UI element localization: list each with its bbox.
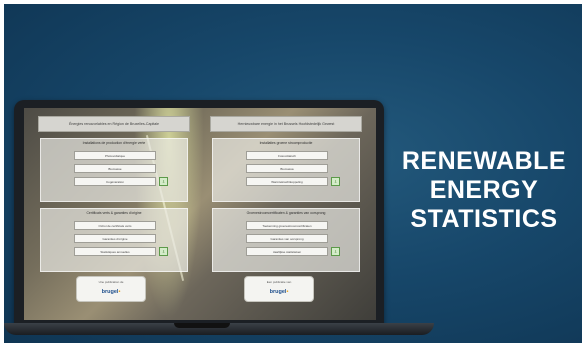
header-bar-right-label: Hernieuwbare energie in het Brussels Hoo… — [237, 122, 335, 126]
headline-line-3: STATISTICS — [410, 205, 558, 233]
download-icon[interactable]: ⇩ — [159, 247, 168, 256]
panel-item-button[interactable]: Garanties van oorsprong — [246, 234, 328, 243]
download-icon[interactable]: ⇩ — [331, 247, 340, 256]
brand-caption: Une publication de — [98, 280, 124, 284]
header-bar-left[interactable]: Énergies renouvelables en Région de Brux… — [38, 116, 190, 132]
brand-card-nl[interactable]: Een publicatie van brugel• — [244, 276, 314, 302]
panel-item-button[interactable]: Toekenning groenestroomcertificaten — [246, 221, 328, 230]
panel-green-energy-fr: Installations de production d'énergie ve… — [40, 138, 188, 202]
panel-title: Groenestroomcertificaten & garanties van… — [246, 211, 326, 215]
panel-certificates-fr: Certificats verts & garanties d'origine … — [40, 208, 188, 272]
laptop-screen: Énergies renouvelables en Région de Brux… — [24, 108, 376, 320]
download-icon[interactable]: ⇩ — [159, 177, 168, 186]
panel-item-button[interactable]: Octroi de certificats verts — [74, 221, 156, 230]
brugel-logo: brugel• — [101, 289, 121, 295]
panel-item-button[interactable]: Photovoltaïque — [74, 151, 156, 160]
panel-item-button[interactable]: Jaarlijkse statistieken — [246, 247, 328, 256]
panel-certificates-nl: Groenestroomcertificaten & garanties van… — [212, 208, 360, 272]
panel-item-button[interactable]: Biomassa — [246, 164, 328, 173]
panel-item-button[interactable]: Warmtekrachtkoppeling — [246, 177, 328, 186]
panel-item-button[interactable]: Statistiques annuelles — [74, 247, 156, 256]
panel-title: Installaties groene stroomproductie — [259, 141, 313, 145]
video-frame: Énergies renouvelables en Région de Brux… — [4, 4, 582, 343]
brand-caption: Een publicatie van — [266, 280, 292, 284]
header-bar-right[interactable]: Hernieuwbare energie in het Brussels Hoo… — [210, 116, 362, 132]
panel-item-button[interactable]: Biomasse — [74, 164, 156, 173]
panel-item-button[interactable]: Cogénération — [74, 177, 156, 186]
headline: RENEWABLE ENERGY STATISTICS — [392, 147, 576, 234]
headline-line-1: RENEWABLE — [401, 147, 567, 175]
panel-title: Installations de production d'énergie ve… — [82, 141, 146, 145]
laptop-notch — [174, 323, 230, 328]
brand-card-fr[interactable]: Une publication de brugel• — [76, 276, 146, 302]
download-icon[interactable]: ⇩ — [331, 177, 340, 186]
panel-item-button[interactable]: Garanties d'origine — [74, 234, 156, 243]
panel-title: Certificats verts & garanties d'origine — [86, 211, 142, 215]
header-bar-left-label: Énergies renouvelables en Région de Brux… — [68, 122, 160, 126]
panel-green-energy-nl: Installaties groene stroomproductie Foto… — [212, 138, 360, 202]
brugel-logo: brugel• — [269, 289, 289, 295]
panel-item-button[interactable]: Fotovoltaïsch — [246, 151, 328, 160]
headline-line-2: ENERGY — [429, 176, 539, 204]
